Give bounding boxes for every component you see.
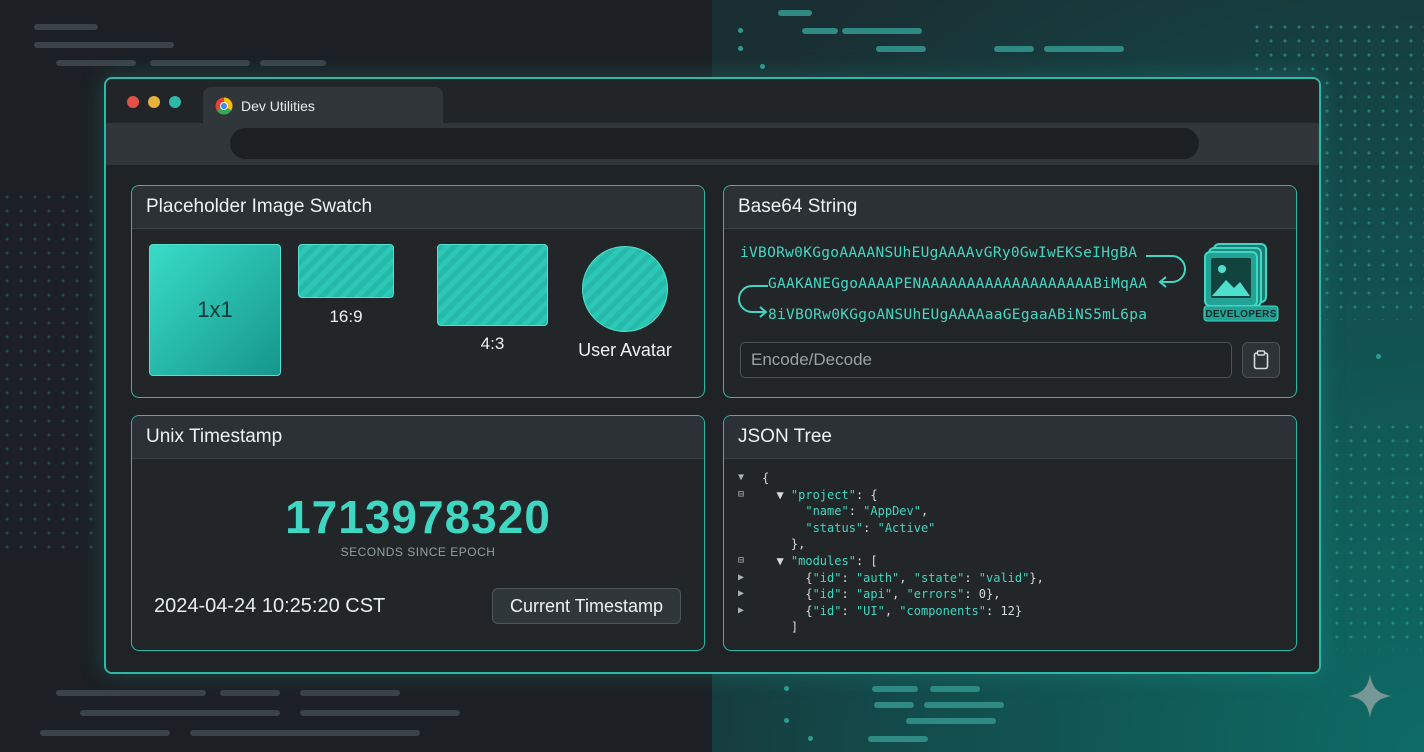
- timestamp-panel: Unix Timestamp 1713978320 SECONDS SINCE …: [131, 415, 705, 651]
- current-timestamp-button[interactable]: Current Timestamp: [492, 588, 681, 624]
- swatch-label: 4:3: [480, 334, 505, 353]
- browser-tab[interactable]: Dev Utilities: [203, 87, 443, 125]
- panel-title: Unix Timestamp: [132, 416, 704, 459]
- collapse-node-icon[interactable]: ⊟: [738, 487, 750, 504]
- title-bar: Dev Utilities: [106, 79, 1319, 125]
- expand-node-icon[interactable]: ▶: [738, 570, 750, 587]
- page-content: Placeholder Image Swatch 1x1 16:9 4:3 Us…: [106, 165, 1319, 672]
- timestamp-datetime: 2024-04-24 10:25:20 CST: [154, 595, 386, 617]
- expand-node-icon[interactable]: ▶: [738, 586, 750, 603]
- json-tree-text: ▼ "project": {: [762, 487, 878, 502]
- copy-button[interactable]: [1242, 342, 1280, 378]
- timestamp-caption: SECONDS SINCE EPOCH: [340, 545, 496, 559]
- json-tree-text: {"id": "api", "errors": 0},: [762, 587, 1001, 602]
- wrap-arrow-icon: [738, 285, 768, 318]
- wrap-arrow-icon: [1146, 255, 1186, 288]
- base64-line: 8iVBORw0KGgoANSUhEUgAAAAaaGEgaaABiNS5mL6…: [768, 307, 1148, 323]
- browser-toolbar: [106, 123, 1319, 165]
- expand-node-icon[interactable]: ▶: [738, 603, 750, 620]
- close-window-button[interactable]: [127, 96, 139, 108]
- tab-title: Dev Utilities: [241, 98, 315, 114]
- base64-panel: Base64 String iVBORw0KGgoAAAANSUhEUgAAAA…: [723, 185, 1297, 398]
- json-tree-text: {"id": "auth", "state": "valid"},: [762, 570, 1044, 585]
- swatch-user-avatar[interactable]: [582, 246, 668, 332]
- json-tree-text: {"id": "UI", "components": 12}: [762, 603, 1023, 618]
- browser-window: Dev Utilities Placeholder Image Swatch 1…: [104, 77, 1321, 674]
- sparkle-icon: [1348, 674, 1392, 718]
- panel-title: JSON Tree: [724, 416, 1296, 459]
- collapse-arrow-icon[interactable]: ▼: [738, 470, 750, 487]
- minimize-window-button[interactable]: [148, 96, 160, 108]
- swatch-4-3[interactable]: [437, 244, 548, 326]
- clipboard-icon: [1253, 350, 1269, 370]
- json-tree-text: {: [762, 471, 770, 485]
- developers-badge: DEVELOPERS: [1205, 309, 1277, 320]
- base64-line: GAAKANEGgoAAAAPENAAAAAAAAAAAAAAAAAAABiMq…: [768, 276, 1148, 292]
- address-bar[interactable]: [230, 128, 1199, 159]
- base64-line: iVBORw0KGgoAAAANSUhEUgAAAAvGRy0GwIwEKSeI…: [740, 245, 1138, 261]
- maximize-window-button[interactable]: [169, 96, 181, 108]
- collapse-node-icon[interactable]: ⊟: [738, 553, 750, 570]
- json-tree-text: },: [762, 537, 806, 552]
- swatch-label: 1x1: [197, 297, 233, 322]
- panel-title: Placeholder Image Swatch: [132, 186, 704, 229]
- json-tree-text: ]: [762, 620, 799, 635]
- swatch-panel: Placeholder Image Swatch 1x1 16:9 4:3 Us…: [131, 185, 705, 398]
- chrome-icon: [215, 97, 233, 115]
- swatch-label: 16:9: [329, 307, 363, 326]
- panel-title: Base64 String: [724, 186, 1296, 229]
- json-tree-text: "status": "Active": [805, 520, 936, 535]
- json-tree-text: ▼ "modules": [: [762, 553, 878, 568]
- json-tree-text: "name": "AppDev",: [805, 504, 929, 519]
- timestamp-value: 1713978320: [285, 491, 551, 543]
- encode-decode-input[interactable]: [740, 342, 1232, 378]
- swatch-label: User Avatar: [578, 340, 672, 360]
- json-panel: JSON Tree ▼ { ⊟ ▼ "project": { "name": "Ap…: [723, 415, 1297, 651]
- swatch-1x1[interactable]: 1x1: [149, 244, 281, 376]
- swatch-16-9[interactable]: [298, 244, 394, 298]
